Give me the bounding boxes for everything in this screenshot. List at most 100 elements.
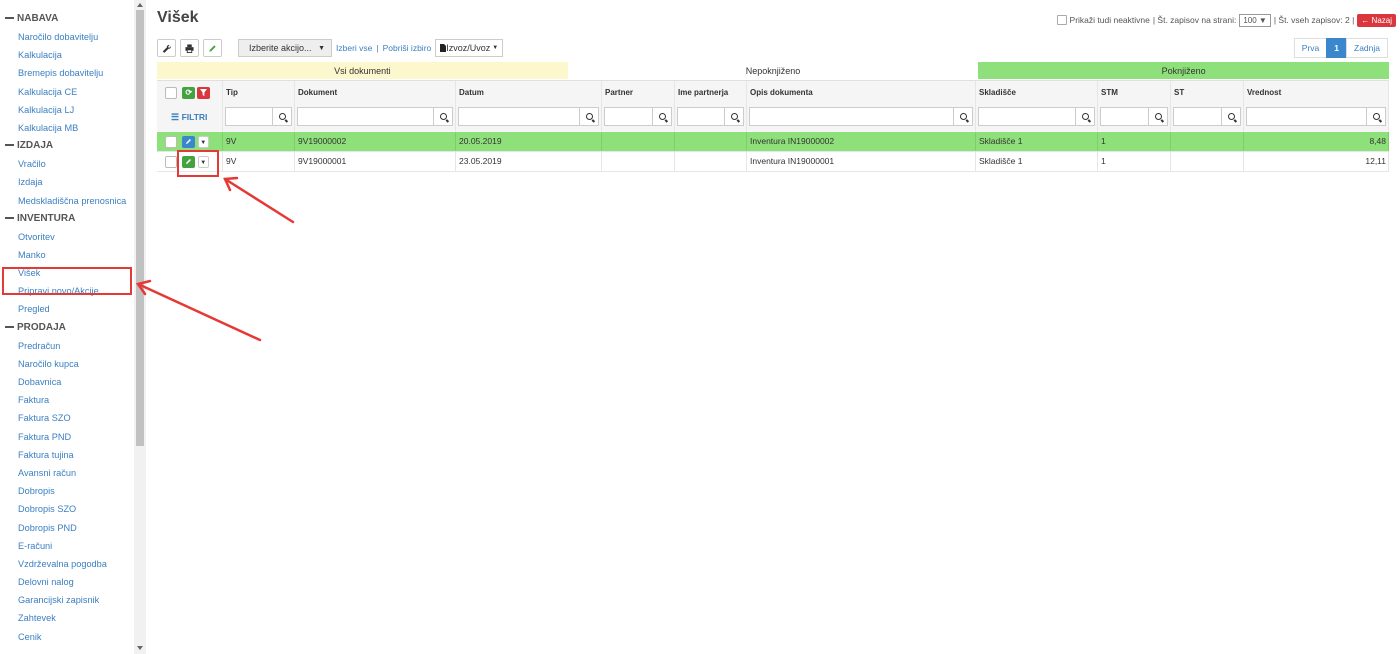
- clear-filter-button[interactable]: [197, 86, 211, 99]
- column-header-stm[interactable]: STM: [1098, 81, 1171, 104]
- filter-input-datum[interactable]: [458, 107, 599, 126]
- sidebar-scrollbar[interactable]: [134, 0, 146, 654]
- filter-search-button[interactable]: [1148, 108, 1167, 125]
- sidebar-item-avansni-racun[interactable]: Avansni račun: [0, 464, 134, 482]
- sidebar-item-kalkulacija-lj[interactable]: Kalkulacija LJ: [0, 101, 134, 119]
- row-checkbox[interactable]: [165, 155, 177, 168]
- filter-search-button[interactable]: [953, 108, 972, 125]
- cell-ime-partnerja: [675, 132, 747, 151]
- filter-input-skladisce[interactable]: [978, 107, 1095, 126]
- select-all-link[interactable]: Izberi vse: [336, 43, 372, 53]
- sidebar-item-manko[interactable]: Manko: [0, 246, 134, 264]
- sidebar-item-dobropis-pnd[interactable]: Dobropis PND: [0, 519, 134, 537]
- column-header-vrednost[interactable]: Vrednost: [1244, 81, 1389, 104]
- sidebar-item-medskladiscna-prenosnica[interactable]: Medskladiščna prenosnica: [0, 192, 134, 210]
- edit-button[interactable]: [203, 39, 222, 57]
- row-menu-button[interactable]: ▼: [197, 135, 209, 148]
- sidebar-item-kalkulacija-mb[interactable]: Kalkulacija MB: [0, 119, 134, 137]
- per-page-label: | Št. zapisov na strani:: [1152, 15, 1237, 25]
- list-icon: ☰: [171, 112, 180, 122]
- sidebar-item-dobropis[interactable]: Dobropis: [0, 482, 134, 500]
- first-page-button[interactable]: Prva: [1293, 38, 1328, 58]
- filter-input-stm[interactable]: [1100, 107, 1168, 126]
- filter-input-partner[interactable]: [604, 107, 672, 126]
- sidebar-item-narocilo-kupca[interactable]: Naročilo kupca: [0, 355, 134, 373]
- sidebar-item-dobropis-szo[interactable]: Dobropis SZO: [0, 500, 134, 518]
- sidebar-item-izdaja[interactable]: Izdaja: [0, 173, 134, 191]
- filter-input-tip[interactable]: [225, 107, 292, 126]
- filter-search-button[interactable]: [652, 108, 671, 125]
- filter-input-opis[interactable]: [749, 107, 973, 126]
- filter-input-dokument[interactable]: [297, 107, 453, 126]
- sidebar-item-cenik[interactable]: Cenik: [0, 628, 134, 646]
- filter-search-button[interactable]: [1366, 108, 1385, 125]
- select-all-checkbox[interactable]: [165, 86, 177, 99]
- sidebar-item-kalkulacija-ce[interactable]: Kalkulacija CE: [0, 83, 134, 101]
- sidebar-item-kalkulacija[interactable]: Kalkulacija: [0, 46, 134, 64]
- show-inactive-checkbox[interactable]: [1056, 15, 1067, 25]
- filter-input-ime-partnerja[interactable]: [677, 107, 744, 126]
- filter-input-vrednost[interactable]: [1246, 107, 1386, 126]
- print-button[interactable]: [180, 39, 199, 57]
- refresh-button[interactable]: ⟳: [182, 86, 196, 99]
- sidebar-item-zahtevek[interactable]: Zahtevek: [0, 609, 134, 627]
- filter-search-button[interactable]: [272, 108, 291, 125]
- sidebar-item-pregled[interactable]: Pregled: [0, 300, 134, 318]
- section-title: IZDAJA: [17, 140, 54, 152]
- column-header-opis-dokumenta[interactable]: Opis dokumenta: [747, 81, 976, 104]
- wrench-button[interactable]: [157, 39, 176, 57]
- sidebar-item-faktura-szo[interactable]: Faktura SZO: [0, 409, 134, 427]
- status-unposted-tab[interactable]: Nepoknjiženo: [567, 62, 979, 79]
- section-title: INVENTURA: [17, 212, 76, 224]
- filter-search-button[interactable]: [1075, 108, 1094, 125]
- sidebar-item-faktura-pnd[interactable]: Faktura PND: [0, 428, 134, 446]
- status-posted-tab[interactable]: Poknjiženo: [978, 62, 1390, 79]
- sidebar-item-garancijski-zapisnik[interactable]: Garancijski zapisnik: [0, 591, 134, 609]
- filter-search-button[interactable]: [1221, 108, 1240, 125]
- column-header-tip[interactable]: Tip: [223, 81, 295, 104]
- row-edit-button[interactable]: [182, 135, 196, 148]
- sidebar-item-faktura[interactable]: Faktura: [0, 391, 134, 409]
- export-import-button[interactable]: Izvoz/Uvoz ▼: [435, 39, 504, 57]
- search-icon: [658, 113, 666, 120]
- section-prodaja[interactable]: PRODAJA: [0, 319, 134, 337]
- column-header-st[interactable]: ST: [1171, 81, 1244, 104]
- section-izdaja[interactable]: IZDAJA: [0, 137, 134, 155]
- column-header-datum[interactable]: Datum: [456, 81, 602, 104]
- column-header-ime-partnerja[interactable]: Ime partnerja: [675, 81, 747, 104]
- column-header-partner[interactable]: Partner: [602, 81, 675, 104]
- back-button[interactable]: ← Nazaj: [1357, 13, 1396, 27]
- sidebar-item-bremepis-dobavitelju[interactable]: Bremepis dobavitelju: [0, 64, 134, 82]
- scroll-thumb[interactable]: [136, 10, 144, 446]
- clear-selection-link[interactable]: Pobriši izbiro: [383, 43, 432, 53]
- scroll-down-icon[interactable]: [137, 646, 143, 650]
- last-page-button[interactable]: Zadnja: [1346, 38, 1388, 58]
- filter-input-st[interactable]: [1173, 107, 1241, 126]
- per-page-select[interactable]: 100 ▼: [1239, 13, 1271, 27]
- sidebar-item-vracilo[interactable]: Vračilo: [0, 155, 134, 173]
- scroll-up-icon[interactable]: [137, 3, 143, 7]
- column-header-dokument[interactable]: Dokument: [295, 81, 456, 104]
- sidebar-item-faktura-tujina[interactable]: Faktura tujina: [0, 446, 134, 464]
- sidebar-item-e-racuni[interactable]: E-računi: [0, 537, 134, 555]
- status-all-tab[interactable]: Vsi dokumenti: [157, 62, 568, 79]
- sidebar-item-delovni-nalog[interactable]: Delovni nalog: [0, 573, 134, 591]
- table-row[interactable]: ▼ 9V 9V19000001 23.05.2019 Inventura IN1…: [157, 152, 1389, 172]
- sidebar-item-narocilo-dobavitelju[interactable]: Naročilo dobavitelju: [0, 28, 134, 46]
- filter-search-button[interactable]: [724, 108, 743, 125]
- sidebar-item-otvoritev[interactable]: Otvoritev: [0, 228, 134, 246]
- filter-search-button[interactable]: [433, 108, 452, 125]
- table-row[interactable]: ▼ 9V 9V19000002 20.05.2019 Inventura IN1…: [157, 132, 1389, 152]
- section-nabava[interactable]: NABAVA: [0, 10, 134, 28]
- section-inventura[interactable]: INVENTURA: [0, 210, 134, 228]
- sidebar-item-predracun[interactable]: Predračun: [0, 337, 134, 355]
- cell-partner: [602, 132, 675, 151]
- sidebar-item-dobavnica[interactable]: Dobavnica: [0, 373, 134, 391]
- action-select[interactable]: Izberite akcijo... ▼: [238, 39, 332, 57]
- current-page-button[interactable]: 1: [1326, 38, 1347, 58]
- row-checkbox[interactable]: [165, 135, 177, 148]
- filter-search-button[interactable]: [579, 108, 598, 125]
- filters-toggle[interactable]: ☰ FILTRI: [157, 104, 223, 131]
- sidebar-item-vzdrzevalna-pogodba[interactable]: Vzdrževalna pogodba: [0, 555, 134, 573]
- column-header-skladisce[interactable]: Skladišče: [976, 81, 1098, 104]
